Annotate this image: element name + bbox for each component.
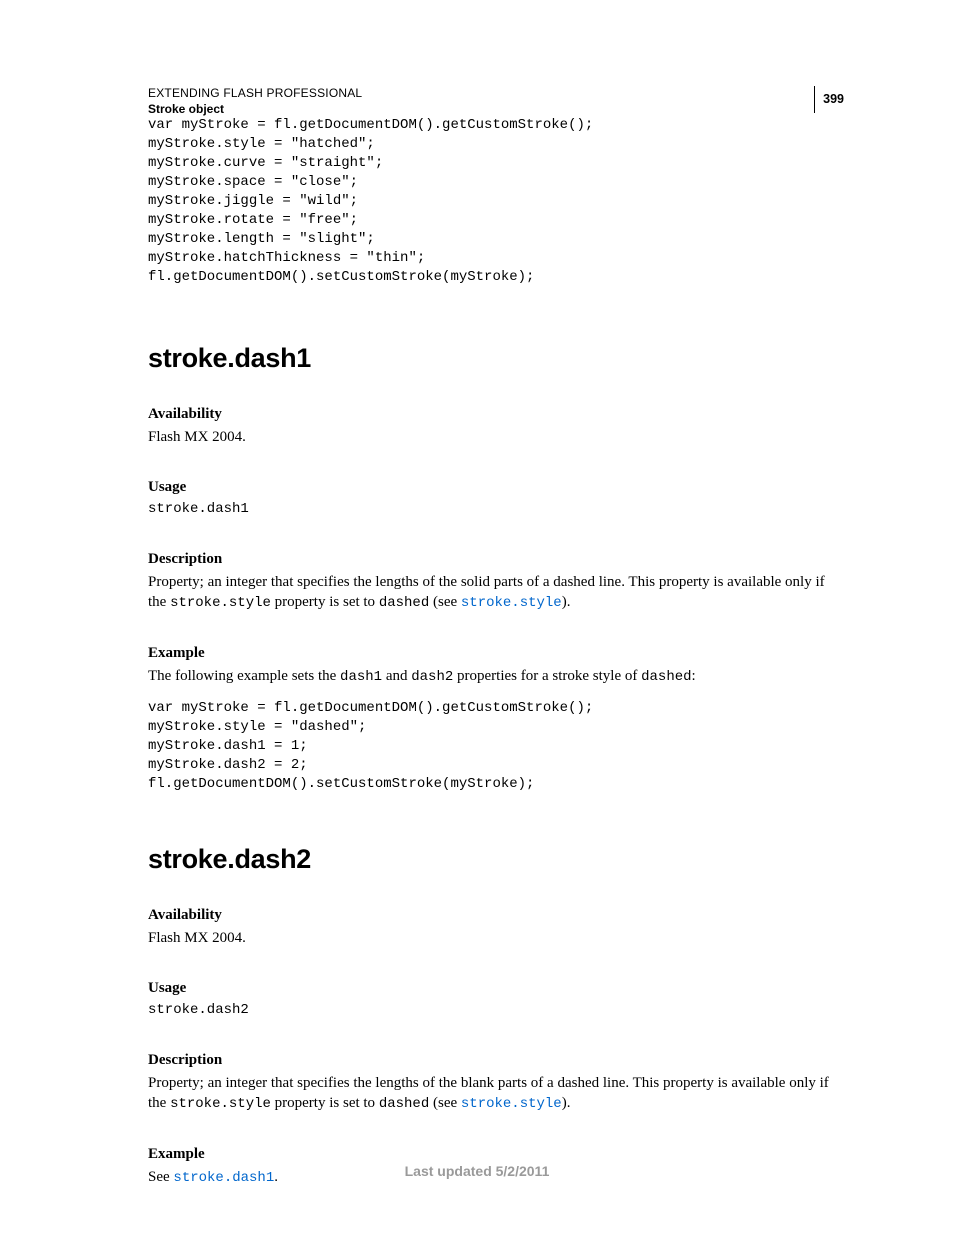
label-example: Example <box>148 645 844 662</box>
page-number: 399 <box>814 86 844 113</box>
desc-mono1: stroke.style <box>170 595 271 611</box>
page-header: EXTENDING FLASH PROFESSIONAL Stroke obje… <box>148 86 844 116</box>
desc2-mono1: stroke.style <box>170 1096 271 1112</box>
text-availability-2: Flash MX 2004. <box>148 928 844 948</box>
code-usage-dash1: stroke.dash1 <box>148 500 844 519</box>
header-book-title: EXTENDING FLASH PROFESSIONAL <box>148 86 362 100</box>
code-usage-dash2: stroke.dash2 <box>148 1001 844 1020</box>
label-availability: Availability <box>148 406 844 423</box>
label-usage-2: Usage <box>148 980 844 997</box>
link-stroke-style[interactable]: stroke.style <box>461 595 562 611</box>
ex-mono2: dash2 <box>411 669 453 685</box>
desc2-mono2: dashed <box>379 1096 429 1112</box>
page-container: EXTENDING FLASH PROFESSIONAL Stroke obje… <box>0 0 954 1235</box>
heading-stroke-dash2: stroke.dash2 <box>148 844 844 875</box>
desc-mid1: property is set to <box>271 594 379 610</box>
desc-mono2: dashed <box>379 595 429 611</box>
header-chapter-title: Stroke object <box>148 102 362 116</box>
ex-mono1: dash1 <box>340 669 382 685</box>
ex-post: : <box>692 668 696 684</box>
desc2-mid2: (see <box>429 1095 461 1111</box>
heading-stroke-dash1: stroke.dash1 <box>148 343 844 374</box>
footer-last-updated: Last updated 5/2/2011 <box>0 1163 954 1179</box>
text-description-dash1: Property; an integer that specifies the … <box>148 572 844 613</box>
ex-pre: The following example sets the <box>148 668 340 684</box>
desc2-post: ). <box>562 1095 571 1111</box>
header-left: EXTENDING FLASH PROFESSIONAL Stroke obje… <box>148 86 362 116</box>
ex-mid1: and <box>382 668 411 684</box>
label-example-2: Example <box>148 1146 844 1163</box>
text-description-dash2: Property; an integer that specifies the … <box>148 1073 844 1114</box>
code-example-dash1: var myStroke = fl.getDocumentDOM().getCu… <box>148 699 844 794</box>
text-example-dash1: The following example sets the dash1 and… <box>148 666 844 687</box>
ex-mono3: dashed <box>641 669 691 685</box>
label-description: Description <box>148 551 844 568</box>
label-description-2: Description <box>148 1052 844 1069</box>
text-availability: Flash MX 2004. <box>148 427 844 447</box>
ex-mid2: properties for a stroke style of <box>453 668 641 684</box>
label-availability-2: Availability <box>148 907 844 924</box>
link-stroke-style-2[interactable]: stroke.style <box>461 1096 562 1112</box>
desc-mid2: (see <box>429 594 461 610</box>
label-usage: Usage <box>148 479 844 496</box>
code-block-top: var myStroke = fl.getDocumentDOM().getCu… <box>148 116 844 287</box>
desc2-mid1: property is set to <box>271 1095 379 1111</box>
desc-post: ). <box>562 594 571 610</box>
